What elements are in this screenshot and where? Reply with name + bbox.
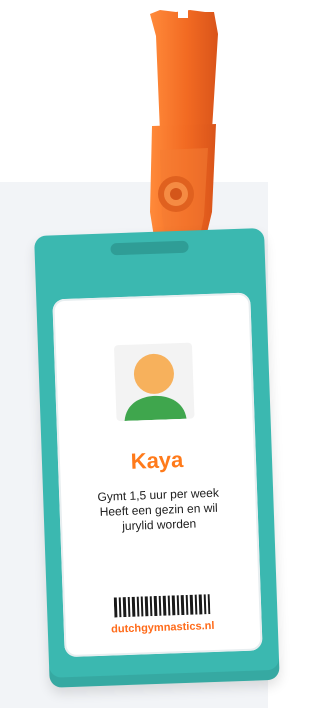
badge-inner-panel: Kaya Gymt 1,5 uur per week Heeft een gez… — [52, 292, 263, 658]
person-description: Gymt 1,5 uur per week Heeft een gezin en… — [77, 485, 240, 536]
website-link[interactable]: dutchgymnastics.nl — [64, 618, 262, 637]
person-avatar-icon — [113, 342, 195, 422]
barcode-icon — [113, 594, 211, 618]
page: Kaya Gymt 1,5 uur per week Heeft een gez… — [0, 0, 296, 708]
person-name: Kaya — [130, 446, 184, 474]
id-badge: Kaya Gymt 1,5 uur per week Heeft een gez… — [34, 227, 280, 688]
